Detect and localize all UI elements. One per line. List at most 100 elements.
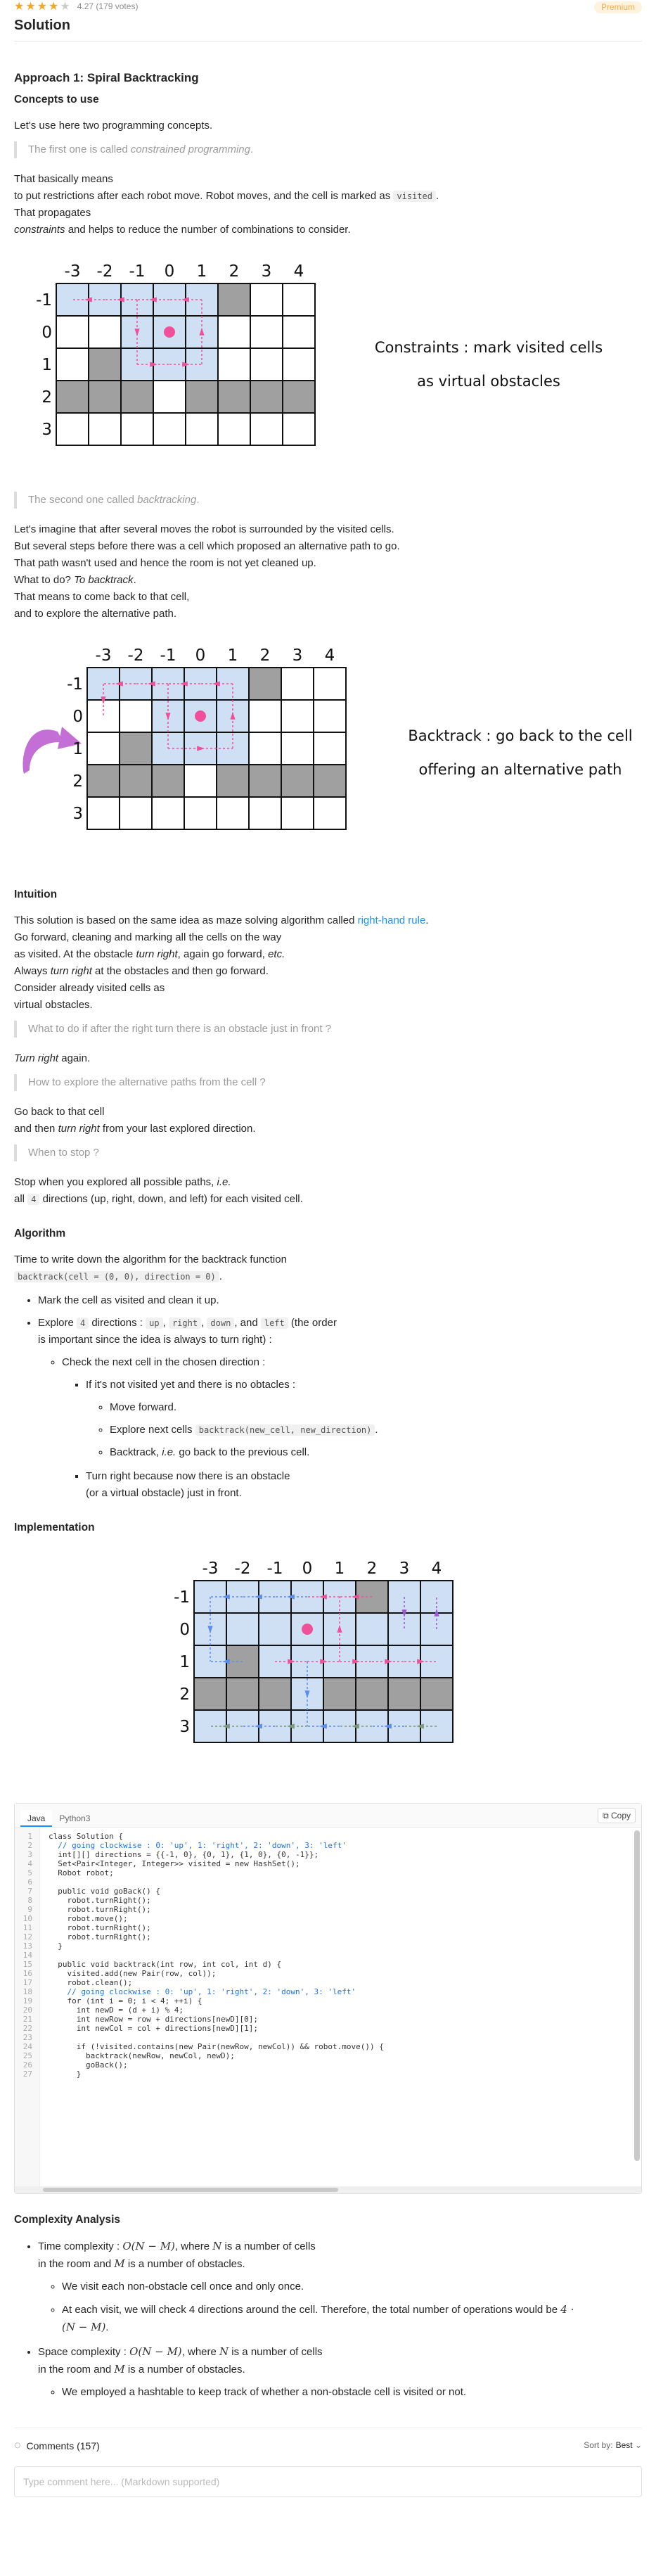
empty-cell bbox=[217, 347, 251, 381]
code-line: int newRow = row + directions[newD][0]; bbox=[49, 2015, 259, 2024]
code-content: class Solution { // going clockwise : 0:… bbox=[40, 1828, 641, 2186]
empty-cell bbox=[119, 699, 153, 733]
empty-cell bbox=[184, 796, 217, 830]
text-line: from your last explored direction. bbox=[99, 1123, 256, 1135]
row-label: 3 bbox=[72, 805, 83, 823]
empty-cell bbox=[56, 412, 89, 446]
text-line: and to explore the alternative path. bbox=[14, 608, 176, 620]
code-line: robot.turnRight(); bbox=[49, 1905, 151, 1914]
code-line: robot.turnRight(); bbox=[49, 1896, 151, 1905]
copy-button[interactable]: ⧉ Copy bbox=[598, 1808, 636, 1823]
math-expression: O(N − M) bbox=[122, 2240, 175, 2252]
star-empty-icon[interactable]: ★ bbox=[60, 1, 70, 13]
text-line: and then bbox=[14, 1123, 58, 1135]
copy-icon: ⧉ bbox=[603, 1811, 609, 1821]
line-number: 6 bbox=[27, 1877, 32, 1887]
tab-python3[interactable]: Python3 bbox=[52, 1810, 97, 1827]
star-icon[interactable]: ★ bbox=[49, 1, 58, 13]
line-number: 23 bbox=[22, 2033, 32, 2042]
right-hand-rule-link[interactable]: right-hand rule bbox=[358, 914, 426, 926]
empty-cell bbox=[185, 412, 219, 446]
obstacle-cell bbox=[313, 764, 347, 798]
empty-cell bbox=[217, 412, 251, 446]
column-label: 3 bbox=[292, 646, 303, 665]
complexity-heading: Complexity Analysis bbox=[14, 2214, 121, 2226]
row-label: 2 bbox=[72, 772, 83, 791]
backtracking-paragraph: Let's imagine that after several moves t… bbox=[14, 521, 642, 623]
answer-1: Turn right again. bbox=[14, 1050, 642, 1067]
constraints-grid-figure: -3 -2 -1 0 1 2 3 4 -1 0 1 2 3 Constraints : mark vis… bbox=[36, 262, 603, 446]
text-line: That means to come back to that cell, bbox=[14, 591, 190, 603]
row-label: 0 bbox=[41, 324, 52, 342]
column-label: 3 bbox=[262, 262, 272, 281]
scroll-thumb[interactable] bbox=[43, 2188, 338, 2192]
text-line: This solution is based on the same idea … bbox=[14, 914, 358, 926]
sort-dropdown[interactable]: Sort by: Best ⌄ bbox=[584, 2439, 642, 2452]
star-icon[interactable]: ★ bbox=[25, 1, 35, 13]
code-area[interactable]: 1 2 3 4 5 6 7 8 9 10 11 12 13 14 15 16 17 18 19 20 21 22 23 24 2… bbox=[15, 1828, 641, 2186]
horizontal-scrollbar[interactable] bbox=[15, 2186, 641, 2193]
line-number: 12 bbox=[22, 1932, 32, 1941]
code-tabs: Java Python3 ⧉ Copy bbox=[15, 1804, 641, 1828]
inline-code: visited bbox=[393, 191, 436, 202]
line-numbers: 1 2 3 4 5 6 7 8 9 10 11 12 13 14 15 16 17 18 19 20 21 22 23 24 2… bbox=[15, 1828, 40, 2186]
text-line: That propagates bbox=[14, 207, 91, 219]
quote-emphasis: backtracking bbox=[137, 494, 197, 506]
line-number: 24 bbox=[22, 2042, 32, 2051]
line-number: 18 bbox=[22, 1987, 32, 1996]
chevron-down-icon: ⌄ bbox=[634, 2440, 642, 2451]
obstacle-cell bbox=[248, 667, 282, 701]
back-arrow-icon bbox=[22, 729, 63, 774]
list-item: Backtrack, i.e. go back to the previous … bbox=[110, 1444, 642, 1461]
column-label: -2 bbox=[235, 1560, 251, 1578]
text-line: Let's imagine that after several moves t… bbox=[14, 523, 394, 535]
inline-code: 4 bbox=[27, 1194, 40, 1205]
vertical-scrollbar[interactable] bbox=[634, 1830, 640, 2161]
empty-cell bbox=[88, 315, 122, 349]
empty-cell bbox=[86, 796, 120, 830]
row-label: 3 bbox=[41, 421, 52, 439]
implementation-grid-figure: -3 -2 -1 0 1 2 3 4 -1 0 1 2 3 bbox=[174, 1560, 454, 1743]
algorithm-list: Mark the cell as visited and clean it up… bbox=[38, 1292, 642, 1502]
star-icon[interactable]: ★ bbox=[14, 1, 24, 13]
star-rating[interactable]: ★ ★ ★ ★ ★ 4.27 (179 votes) bbox=[14, 0, 138, 13]
code-line: Robot robot; bbox=[49, 1868, 114, 1877]
list-item: Space complexity : O(N − M), where N is … bbox=[38, 2343, 642, 2401]
comment-icon: ◌ bbox=[14, 2440, 21, 2451]
text-line: is important since the idea is always to… bbox=[38, 1334, 272, 1346]
answer-3: Stop when you explored all possible path… bbox=[14, 1174, 642, 1208]
obstacle-cell bbox=[119, 732, 153, 765]
line-number: 19 bbox=[22, 1996, 32, 2006]
sort-value: Best bbox=[615, 2440, 633, 2451]
obstacle-cell bbox=[282, 380, 316, 414]
line-number: 25 bbox=[22, 2051, 32, 2060]
figure-caption: Backtrack : go back to the cell bbox=[408, 727, 632, 744]
text-emphasis: To backtrack bbox=[74, 574, 134, 586]
row-label: -1 bbox=[67, 675, 83, 694]
text-line: , where bbox=[174, 2240, 213, 2252]
line-number: 15 bbox=[22, 1960, 32, 1969]
empty-cell bbox=[56, 315, 89, 349]
empty-cell bbox=[248, 699, 282, 733]
text-emphasis: turn right bbox=[50, 965, 92, 977]
page-title: Solution bbox=[14, 15, 642, 42]
text-line: is a number of obstacles. bbox=[124, 2258, 245, 2270]
text-line: If it's not visited yet and there is no … bbox=[86, 1379, 296, 1391]
star-icon[interactable]: ★ bbox=[37, 1, 47, 13]
figure-implementation: -3 -2 -1 0 1 2 3 4 -1 0 1 2 3 bbox=[14, 1550, 642, 1782]
code-editor: Java Python3 ⧉ Copy 1 2 3 4 5 6 7 8 9 10 11 12 13 14 1… bbox=[14, 1803, 642, 2194]
empty-cell bbox=[184, 764, 217, 798]
empty-cell bbox=[281, 796, 314, 830]
inline-code: backtrack(new_cell, new_direction) bbox=[195, 1424, 375, 1436]
column-label: 4 bbox=[432, 1560, 442, 1578]
comments-title: ◌ Comments (157) bbox=[14, 2437, 100, 2455]
column-label: 4 bbox=[294, 262, 304, 281]
code-line: for (int i = 0; i < 4; ++i) { bbox=[49, 1996, 202, 2006]
code-line: } bbox=[49, 2070, 82, 2079]
code-line: int newD = (d + i) % 4; bbox=[49, 2006, 184, 2015]
tab-java[interactable]: Java bbox=[20, 1810, 53, 1827]
text-line: directions (up, right, down, and left) f… bbox=[39, 1193, 303, 1205]
code-line: int[][] directions = {{-1, 0}, {0, 1}, {… bbox=[49, 1850, 319, 1859]
comment-input[interactable]: Type comment here... (Markdown supported… bbox=[14, 2466, 642, 2497]
